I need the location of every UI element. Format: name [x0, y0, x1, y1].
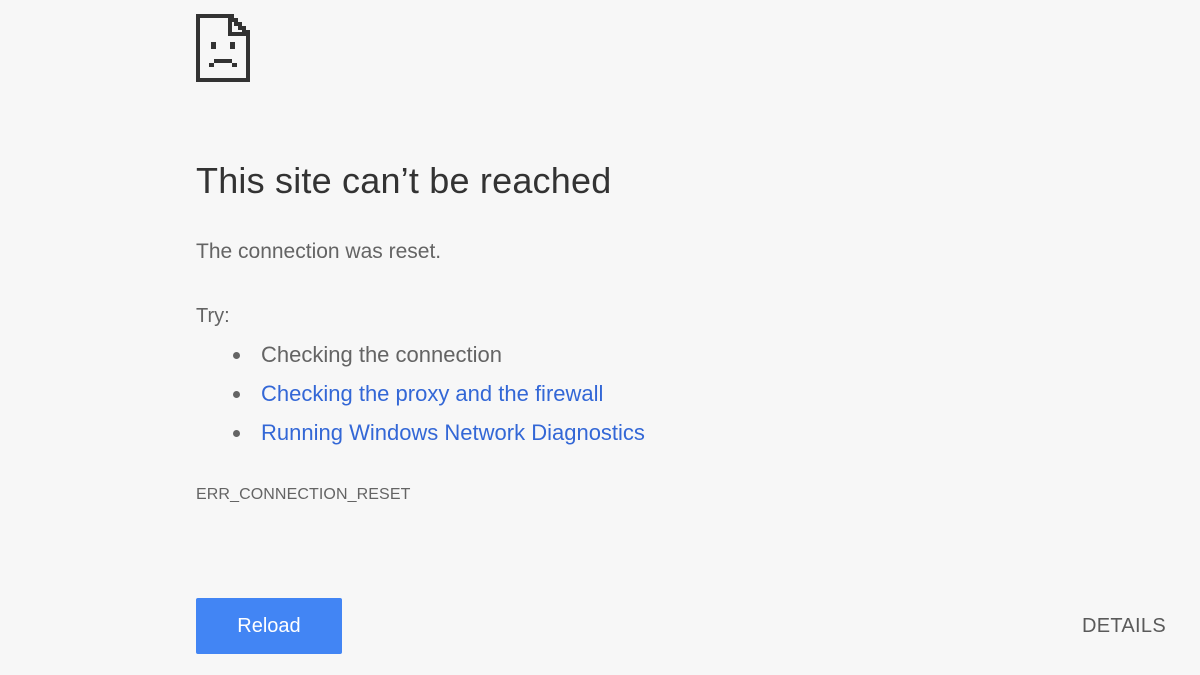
- error-page: This site can’t be reached The connectio…: [0, 0, 1200, 675]
- error-message: The connection was reset.: [196, 240, 442, 263]
- list-item: Checking the connection: [196, 338, 645, 377]
- list-item: Running Windows Network Diagnostics: [196, 416, 645, 455]
- sad-page-icon: [196, 14, 250, 82]
- bullet-icon: [233, 352, 240, 359]
- suggestion-proxy-firewall-link[interactable]: Checking the proxy and the firewall: [261, 381, 603, 406]
- list-item: Checking the proxy and the firewall: [196, 377, 645, 416]
- page-title: This site can’t be reached: [196, 160, 612, 201]
- suggestion-list: Checking the connection Checking the pro…: [196, 338, 645, 455]
- error-code: ERR_CONNECTION_RESET: [196, 486, 411, 503]
- suggestion-network-diagnostics-link[interactable]: Running Windows Network Diagnostics: [261, 420, 645, 445]
- suggestion-check-connection: Checking the connection: [261, 342, 502, 367]
- try-label: Try:: [196, 305, 230, 327]
- bullet-icon: [233, 391, 240, 398]
- bullet-icon: [233, 430, 240, 437]
- reload-button[interactable]: Reload: [196, 598, 342, 654]
- details-button[interactable]: DETAILS: [1070, 606, 1178, 646]
